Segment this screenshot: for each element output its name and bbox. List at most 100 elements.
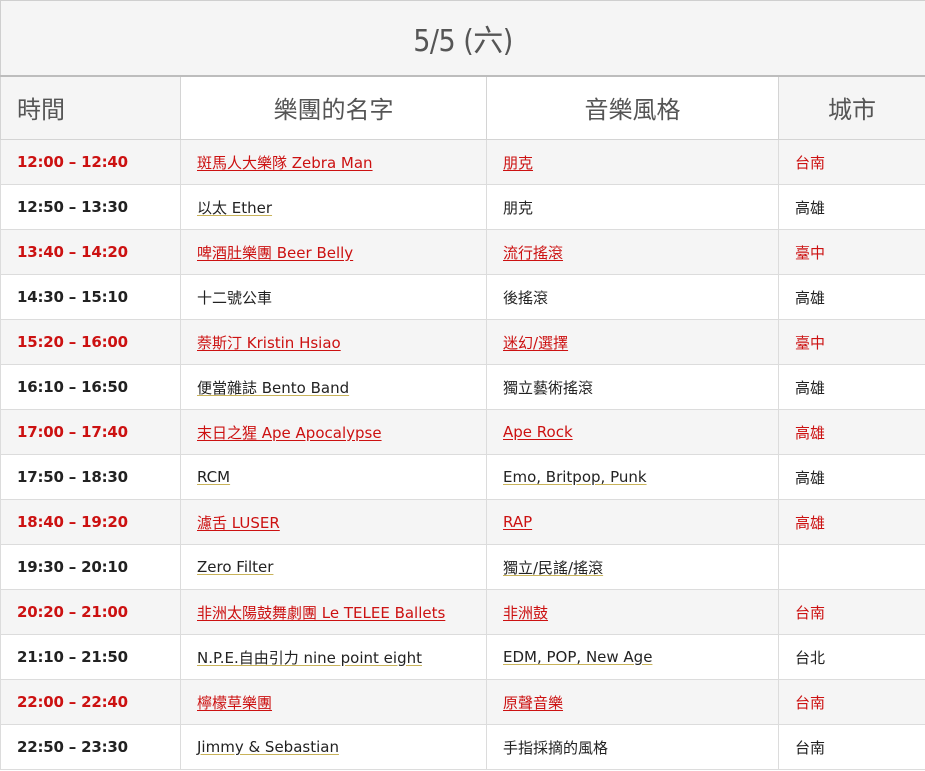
band-cell: 十二號公車 [180, 274, 487, 320]
city-cell: 台南 [777, 139, 925, 185]
time-slot: 16:10 – 16:50 [0, 364, 181, 410]
band-cell: 啤酒肚樂團 Beer Belly [180, 229, 487, 275]
band-link[interactable]: Jimmy & Sebastian [197, 738, 339, 756]
band-cell: 非洲太陽鼓舞劇團 Le TELEE Ballets [180, 589, 487, 635]
time-slot: 13:40 – 14:20 [0, 229, 181, 275]
time-slot: 19:30 – 20:10 [0, 544, 181, 590]
band-link[interactable]: 檸檬草樂團 [197, 694, 272, 712]
band-cell: 末日之猩 Ape Apocalypse [180, 409, 487, 455]
genre-cell: 原聲音樂 [486, 679, 779, 725]
genre-link[interactable]: RAP [503, 513, 532, 531]
table-row: 14:30 – 15:10 十二號公車 後搖滾 高雄 [0, 274, 925, 320]
city-cell: 高雄 [777, 274, 925, 320]
time-slot: 17:50 – 18:30 [0, 454, 181, 500]
table-row: 12:00 – 12:40 斑馬人大樂隊 Zebra Man 朋克 台南 [0, 139, 925, 185]
genre-link[interactable]: 獨立/民謠/搖滾 [503, 559, 603, 577]
band-cell: Jimmy & Sebastian [180, 724, 487, 770]
city-cell: 台南 [777, 724, 925, 770]
genre-cell: 手指採摘的風格 [486, 724, 779, 770]
city-cell: 高雄 [777, 184, 925, 230]
genre-link[interactable]: 原聲音樂 [503, 694, 563, 712]
genre-cell: Emo, Britpop, Punk [486, 454, 779, 500]
band-cell: 便當雜誌 Bento Band [180, 364, 487, 410]
city-cell: 高雄 [777, 499, 925, 545]
header-city: 城市 [777, 75, 925, 140]
time-slot: 22:50 – 23:30 [0, 724, 181, 770]
band-link[interactable]: RCM [197, 468, 230, 486]
genre-link[interactable]: 非洲鼓 [503, 604, 548, 622]
band-link[interactable]: 斑馬人大樂隊 Zebra Man [197, 154, 373, 172]
band-link[interactable]: 萘斯汀 Kristin Hsiao [197, 334, 341, 352]
genre-link[interactable]: EDM, POP, New Age [503, 648, 652, 666]
time-slot: 12:00 – 12:40 [0, 139, 181, 185]
genre-cell: 非洲鼓 [486, 589, 779, 635]
band-link[interactable]: 非洲太陽鼓舞劇團 Le TELEE Ballets [197, 604, 445, 622]
band-link[interactable]: 濾舌 LUSER [197, 514, 280, 532]
band-link[interactable]: N.P.E.自由引力 nine point eight [197, 649, 422, 667]
header-genre: 音樂風格 [486, 75, 779, 140]
band-link[interactable]: 便當雜誌 Bento Band [197, 379, 349, 397]
genre-cell: 迷幻/選擇 [486, 319, 779, 365]
band-link[interactable]: 啤酒肚樂團 Beer Belly [197, 244, 353, 262]
column-header-row: 時間 樂團的名字 音樂風格 城市 [0, 75, 925, 140]
table-row: 12:50 – 13:30 以太 Ether 朋克 高雄 [0, 184, 925, 230]
city-cell: 高雄 [777, 409, 925, 455]
table-row: 13:40 – 14:20 啤酒肚樂團 Beer Belly 流行搖滾 臺中 [0, 229, 925, 275]
time-slot: 21:10 – 21:50 [0, 634, 181, 680]
band-cell: 濾舌 LUSER [180, 499, 487, 545]
genre-name: 朋克 [503, 198, 534, 217]
genre-cell: 朋克 [486, 184, 779, 230]
city-cell: 高雄 [777, 454, 925, 500]
city-cell: 台南 [777, 679, 925, 725]
genre-name: 手指採摘的風格 [503, 738, 609, 757]
table-row: 21:10 – 21:50 N.P.E.自由引力 nine point eight… [0, 634, 925, 680]
genre-cell: 獨立藝術搖滾 [486, 364, 779, 410]
header-band: 樂團的名字 [180, 75, 487, 140]
genre-cell: 後搖滾 [486, 274, 779, 320]
city-cell: 臺中 [777, 229, 925, 275]
time-slot: 17:00 – 17:40 [0, 409, 181, 455]
table-row: 18:40 – 19:20 濾舌 LUSER RAP 高雄 [0, 499, 925, 545]
header-time: 時間 [0, 75, 181, 140]
time-slot: 14:30 – 15:10 [0, 274, 181, 320]
band-cell: 萘斯汀 Kristin Hsiao [180, 319, 487, 365]
table-row: 19:30 – 20:10 Zero Filter 獨立/民謠/搖滾 [0, 544, 925, 590]
table-row: 22:50 – 23:30 Jimmy & Sebastian 手指採摘的風格 台南 [0, 724, 925, 770]
table-row: 17:00 – 17:40 末日之猩 Ape Apocalypse Ape Rock… [0, 409, 925, 455]
genre-link[interactable]: 迷幻/選擇 [503, 334, 568, 352]
band-cell: 斑馬人大樂隊 Zebra Man [180, 139, 487, 185]
band-link[interactable]: Zero Filter [197, 558, 273, 576]
genre-cell: 流行搖滾 [486, 229, 779, 275]
table-row: 22:00 – 22:40 檸檬草樂團 原聲音樂 台南 [0, 679, 925, 725]
genre-link[interactable]: 朋克 [503, 154, 533, 172]
time-slot: 18:40 – 19:20 [0, 499, 181, 545]
genre-name: 後搖滾 [503, 288, 549, 307]
genre-cell: Ape Rock [486, 409, 779, 455]
table-row: 20:20 – 21:00 非洲太陽鼓舞劇團 Le TELEE Ballets 非洲… [0, 589, 925, 635]
genre-link[interactable]: Emo, Britpop, Punk [503, 468, 647, 486]
time-slot: 20:20 – 21:00 [0, 589, 181, 635]
schedule-table: 5/5 (六) 時間 樂團的名字 音樂風格 城市 12:00 – 12:40 斑馬… [0, 0, 925, 770]
genre-link[interactable]: 流行搖滾 [503, 244, 563, 262]
table-row: 17:50 – 18:30 RCM Emo, Britpop, Punk 高雄 [0, 454, 925, 500]
schedule-body: 12:00 – 12:40 斑馬人大樂隊 Zebra Man 朋克 台南 12:50 –… [0, 139, 925, 770]
band-link[interactable]: 末日之猩 Ape Apocalypse [197, 424, 382, 442]
city-cell: 臺中 [777, 319, 925, 365]
city-cell: 台北 [777, 634, 925, 680]
band-cell: 檸檬草樂團 [180, 679, 487, 725]
band-link[interactable]: 以太 Ether [197, 199, 272, 217]
time-slot: 15:20 – 16:00 [0, 319, 181, 365]
band-name: 十二號公車 [197, 288, 273, 307]
genre-cell: RAP [486, 499, 779, 545]
genre-link[interactable]: Ape Rock [503, 423, 573, 441]
genre-cell: 獨立/民謠/搖滾 [486, 544, 779, 590]
schedule-frame: 5/5 (六) 時間 樂團的名字 音樂風格 城市 12:00 – 12:40 斑馬… [0, 0, 925, 771]
band-cell: Zero Filter [180, 544, 487, 590]
table-row: 16:10 – 16:50 便當雜誌 Bento Band 獨立藝術搖滾 高雄 [0, 364, 925, 410]
band-cell: 以太 Ether [180, 184, 487, 230]
date-title: 5/5 (六) [0, 0, 925, 77]
city-cell: 高雄 [777, 364, 925, 410]
date-header-row: 5/5 (六) [0, 0, 925, 77]
city-cell [777, 544, 925, 590]
genre-cell: 朋克 [486, 139, 779, 185]
